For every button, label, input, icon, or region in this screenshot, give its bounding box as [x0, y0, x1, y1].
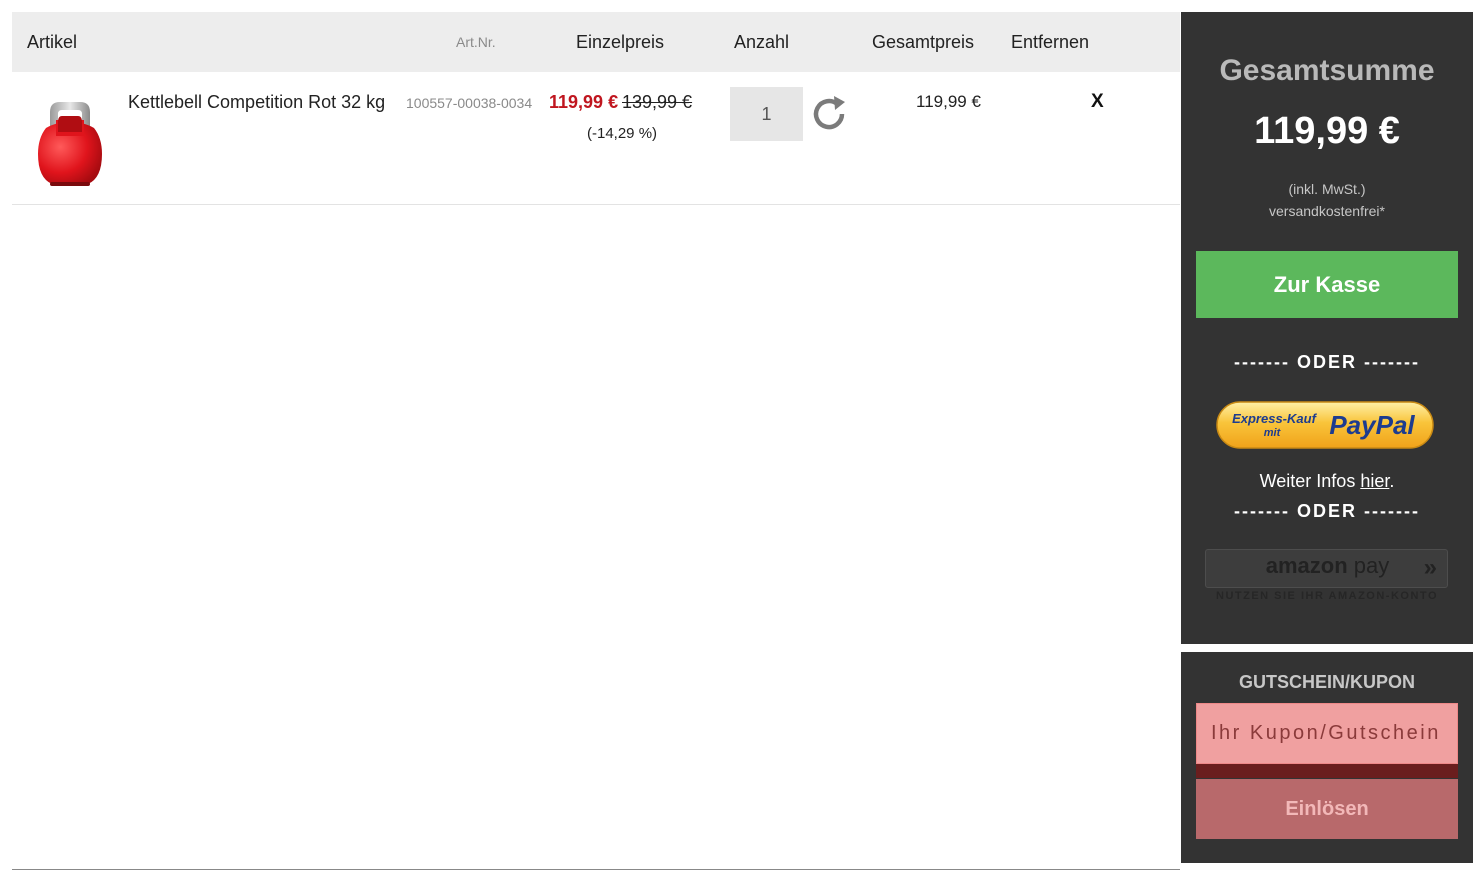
- summary-amount: 119,99 €: [1254, 110, 1400, 152]
- or-divider-2: ------- ODER -------: [1234, 501, 1420, 521]
- more-info-text: Weiter Infos: [1259, 471, 1361, 491]
- summary-note: (inkl. MwSt.) versandkostenfrei*: [1181, 178, 1473, 222]
- header-article: Artikel: [27, 32, 78, 52]
- header-art-nr: Art.Nr.: [456, 34, 496, 50]
- header-unit-price: Einzelpreis: [576, 32, 665, 52]
- paypal-express-button[interactable]: Express-Kauf mit PayPal: [1216, 401, 1434, 449]
- cart-table-header: Artikel Art.Nr. Einzelpreis Anzahl Gesam…: [12, 12, 1180, 72]
- row-total-price: 119,99 €: [916, 92, 981, 111]
- redeem-coupon-button[interactable]: Einlösen: [1196, 779, 1458, 839]
- coupon-title: GUTSCHEIN/KUPON: [1238, 672, 1415, 692]
- cart-page: Artikel Art.Nr. Einzelpreis Anzahl Gesam…: [0, 0, 1480, 871]
- refresh-icon[interactable]: [809, 94, 849, 134]
- sale-price: 119,99 €: [549, 92, 619, 112]
- discount-percent: (-14,29 %): [587, 125, 658, 142]
- more-info-line: Weiter Infos hier.: [1181, 471, 1473, 492]
- paypal-express-text: Express-Kauf: [1232, 411, 1317, 426]
- table-bottom-divider: [12, 869, 1180, 870]
- double-chevron-right-icon: »: [1423, 554, 1437, 581]
- paypal-logo: PayPal: [1329, 410, 1415, 440]
- header-total-price: Gesamtpreis: [872, 32, 975, 52]
- order-summary-panel: Gesamtsumme 119,99 € (inkl. MwSt.) versa…: [1181, 12, 1473, 644]
- amazon-pay-subtext: NUTZEN SIE IHR AMAZON-KONTO: [1216, 590, 1438, 602]
- product-name[interactable]: Kettlebell Competition Rot 32 kg: [128, 92, 385, 113]
- or-divider-1: ------- ODER -------: [1234, 352, 1420, 372]
- header-quantity: Anzahl: [734, 32, 790, 52]
- summary-title: Gesamtsumme: [1219, 54, 1435, 87]
- coupon-divider: [1196, 764, 1458, 778]
- amazon-pay-button[interactable]: amazon pay »: [1205, 549, 1448, 588]
- vat-note: (inkl. MwSt.): [1288, 181, 1366, 197]
- header-remove: Entfernen: [1011, 32, 1090, 52]
- coupon-input[interactable]: [1196, 703, 1458, 764]
- amazon-brand-text: amazon: [1265, 553, 1348, 578]
- more-info-link[interactable]: hier: [1360, 471, 1389, 491]
- checkout-button[interactable]: Zur Kasse: [1196, 251, 1458, 318]
- coupon-panel: GUTSCHEIN/KUPON Einlösen: [1181, 652, 1473, 863]
- product-art-nr: 100557-00038-0034: [406, 95, 533, 111]
- paypal-mit-text: mit: [1264, 427, 1282, 439]
- table-row: Kettlebell Competition Rot 32 kg 100557-…: [12, 72, 1180, 205]
- original-price: 139,99 €: [622, 92, 693, 112]
- amazon-pay-text: pay: [1353, 553, 1390, 578]
- more-info-suffix: .: [1389, 471, 1395, 491]
- quantity-input[interactable]: [730, 87, 803, 141]
- amazon-pay-logo: amazon pay: [1206, 553, 1449, 579]
- shipping-note: versandkostenfrei*: [1269, 203, 1385, 219]
- kettlebell-product-image[interactable]: [36, 98, 104, 188]
- remove-item-button[interactable]: X: [1091, 91, 1104, 113]
